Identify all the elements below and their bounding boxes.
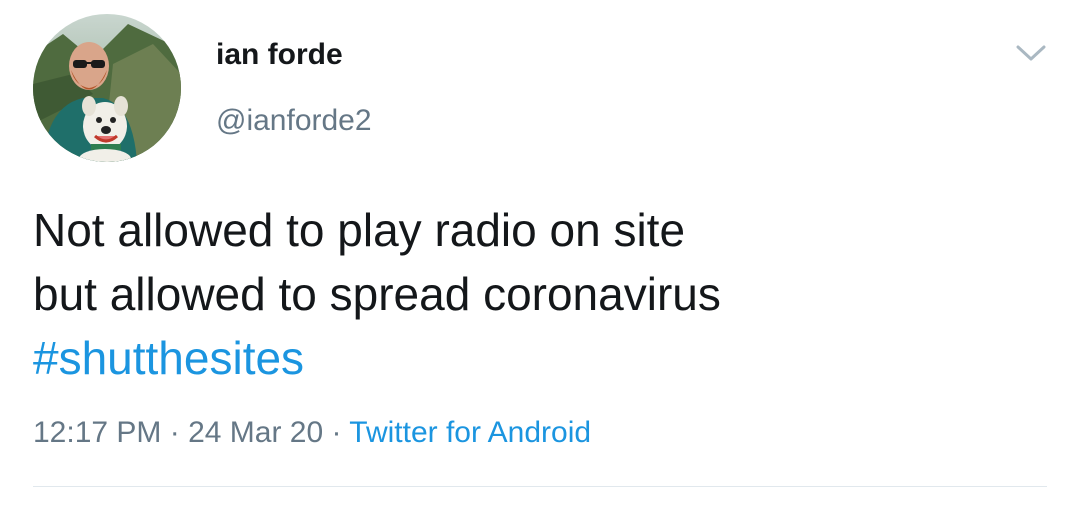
profile-photo-icon [33, 14, 181, 162]
avatar[interactable] [33, 14, 181, 162]
tweet-source-link[interactable]: Twitter for Android [349, 416, 591, 449]
meta-separator: · [161, 416, 189, 449]
tweet-meta: 12:17 PM · 24 Mar 20 · Twitter for Andro… [33, 414, 591, 452]
divider [33, 486, 1047, 487]
hashtag-link[interactable]: #shutthesites [33, 326, 1043, 390]
tweet-date[interactable]: 24 Mar 20 [188, 416, 323, 449]
tweet-text-line: Not allowed to play radio on site [33, 204, 686, 256]
display-name[interactable]: ian forde [216, 36, 343, 74]
tweet-card: ian forde @ianforde2 Not allowed to play… [0, 0, 1080, 508]
meta-separator: · [323, 416, 350, 449]
tweet-text-line: but allowed to spread coronavirus [33, 268, 721, 320]
tweet-text: Not allowed to play radio on site but al… [33, 198, 1043, 390]
user-handle[interactable]: @ianforde2 [216, 102, 372, 140]
chevron-down-icon[interactable] [1014, 40, 1048, 66]
tweet-time[interactable]: 12:17 PM [33, 416, 161, 449]
